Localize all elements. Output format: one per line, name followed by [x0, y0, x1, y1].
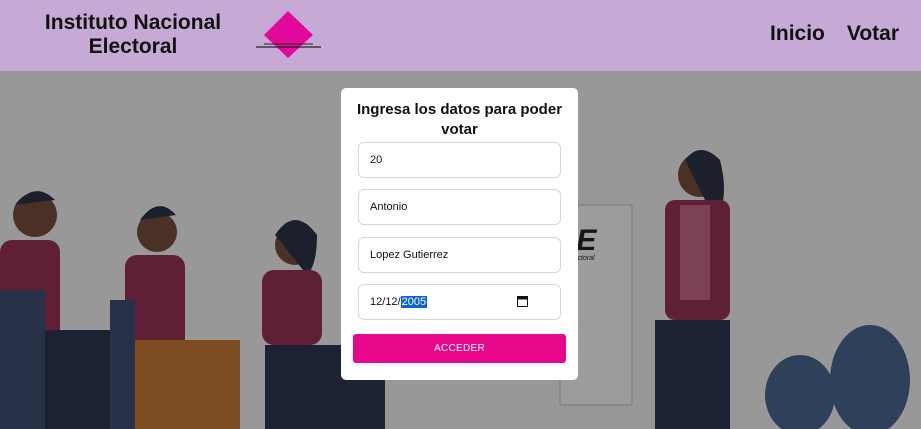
brand-title: Instituto Nacional Electoral	[38, 11, 228, 59]
name-value: Antonio	[370, 201, 408, 213]
nav-votar[interactable]: Votar	[847, 22, 899, 46]
date-month[interactable]: 12	[385, 296, 397, 308]
date-day[interactable]: 12	[370, 296, 382, 308]
surname-value: Lopez Gutierrez	[370, 249, 449, 261]
calendar-icon[interactable]	[517, 295, 528, 307]
form-title: Ingresa los datos para poder votar	[356, 101, 563, 138]
date-year[interactable]: 2005	[400, 296, 428, 308]
field-1-value: 20	[370, 154, 383, 166]
site-header: Instituto Nacional Electoral Inicio Vota…	[0, 0, 921, 71]
ballot-logo-icon	[256, 11, 321, 58]
submit-button[interactable]: ACCEDER	[353, 334, 566, 363]
login-card: Ingresa los datos para poder votar 20 An…	[341, 88, 578, 380]
field-1-input[interactable]: 20	[358, 142, 561, 178]
surname-input[interactable]: Lopez Gutierrez	[358, 237, 561, 273]
nav-inicio[interactable]: Inicio	[770, 22, 825, 46]
brand-line1: Instituto Nacional	[44, 11, 222, 34]
name-input[interactable]: Antonio	[358, 189, 561, 225]
birthdate-input[interactable]: 12/12/2005	[358, 284, 561, 320]
main-nav: Inicio Votar	[770, 22, 899, 46]
brand-line2: Electoral	[88, 35, 178, 58]
